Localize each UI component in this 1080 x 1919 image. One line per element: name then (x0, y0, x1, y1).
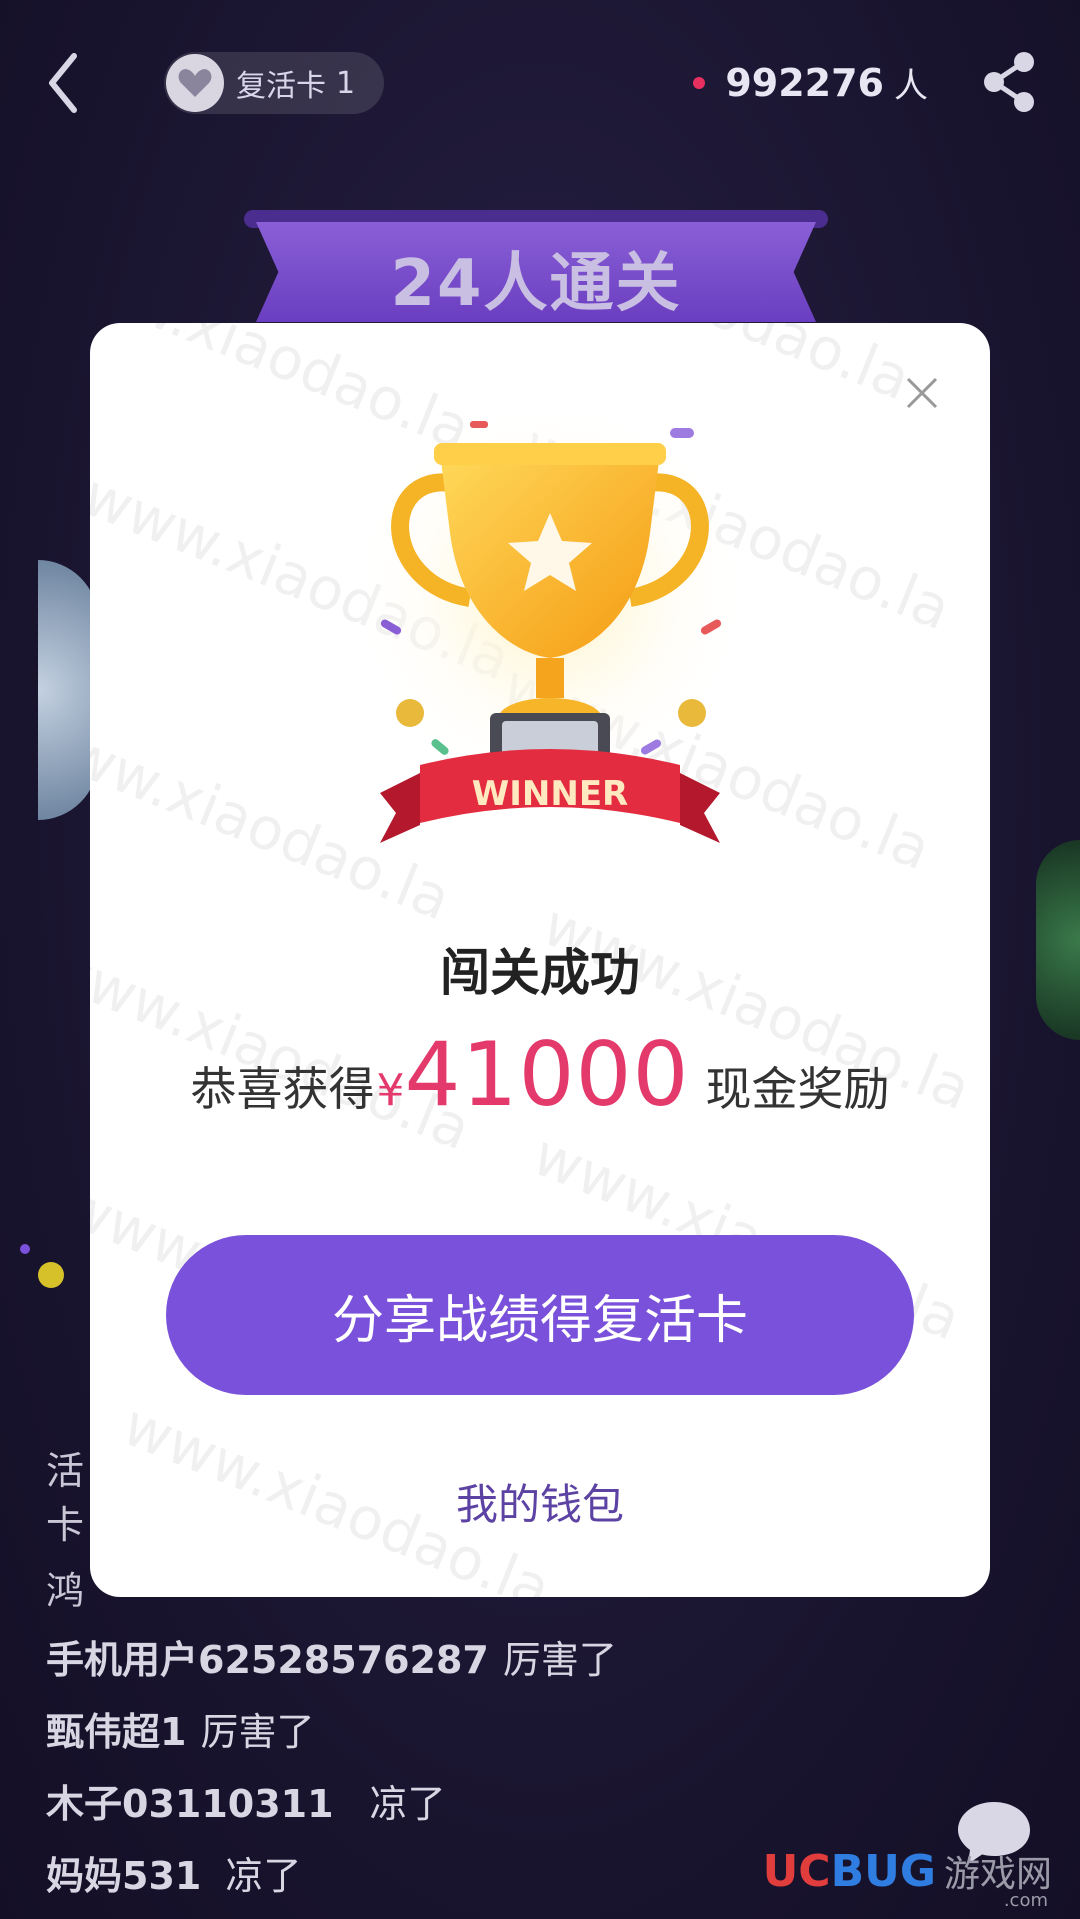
success-title: 闯关成功 (440, 944, 640, 1002)
confetti-dot (20, 1244, 30, 1254)
banner-text: 24人通关 (390, 247, 682, 321)
online-unit: 人 (894, 66, 928, 106)
comment-partial: 鸿 (46, 1569, 85, 1613)
share-icon (984, 52, 1034, 112)
logo-uc: UC (762, 1846, 831, 1897)
watermark-text: www.xiaodao.la (474, 323, 920, 414)
comment-item: 甄伟超1 厉害了 (46, 1696, 617, 1768)
back-button[interactable] (44, 48, 84, 118)
confetti-dot (38, 1262, 64, 1288)
reward-amount: 41000 (404, 1023, 690, 1126)
live-dot-icon (693, 76, 706, 89)
comment-user: 甄伟超1 (46, 1710, 187, 1754)
online-count: 992276 (725, 60, 884, 105)
comment-text: 厉害了 (502, 1638, 617, 1682)
comment-user: 妈妈531 (46, 1854, 202, 1898)
reward-currency: ¥ (376, 1065, 405, 1116)
reward-line: 恭喜获得 ¥ 41000 现金奖励 (90, 1023, 990, 1126)
trophy-label: WINNER (472, 774, 628, 814)
comment-item: 妈妈531 凉了 (46, 1840, 617, 1912)
trophy-icon: WINNER (350, 413, 750, 843)
share-button[interactable] (980, 50, 1040, 114)
share-results-button[interactable]: 分享战绩得复活卡 (166, 1235, 914, 1395)
close-icon (906, 377, 938, 409)
chevron-left-icon (49, 53, 77, 113)
heart-icon (166, 54, 224, 112)
reward-suffix: 现金奖励 (705, 1062, 890, 1116)
comment-list: 手机用户62528576287 厉害了 甄伟超1 厉害了 木子03110311 凉了 … (46, 1624, 617, 1912)
revive-card-label: 复活卡 (236, 69, 326, 104)
wallet-link[interactable]: 我的钱包 (90, 1471, 990, 1532)
comment-user: 木子03110311 (46, 1782, 334, 1826)
logo-bug: BUG (830, 1846, 936, 1897)
comment-text: 厉害了 (200, 1710, 315, 1754)
online-counter: 992276 人 (693, 58, 928, 107)
success-modal: www.xiaodao.la www.xiaodao.la www.xiaoda… (90, 323, 990, 1597)
decorative-orb (38, 560, 98, 820)
comment-item: 手机用户62528576287 厉害了 (46, 1624, 617, 1696)
comment-partial: 活 (46, 1449, 85, 1493)
comment-partial: 卡 (46, 1503, 85, 1547)
close-button[interactable] (902, 373, 942, 413)
revive-card-badge[interactable]: 复活卡 1 (164, 52, 384, 114)
comment-text: 凉了 (225, 1854, 302, 1898)
logo-com: .com (1003, 1890, 1048, 1911)
reward-prefix: 恭喜获得 (190, 1062, 375, 1116)
comment-user: 手机用户62528576287 (46, 1638, 489, 1682)
comment-text: 凉了 (369, 1782, 446, 1826)
revive-card-count: 1 (336, 65, 356, 101)
comment-item: 木子03110311 凉了 (46, 1768, 617, 1840)
site-logo: UC BUG 游戏网 .com (762, 1845, 1052, 1911)
decorative-orb (1036, 840, 1080, 1040)
trophy-illustration: WINNER (340, 413, 760, 883)
